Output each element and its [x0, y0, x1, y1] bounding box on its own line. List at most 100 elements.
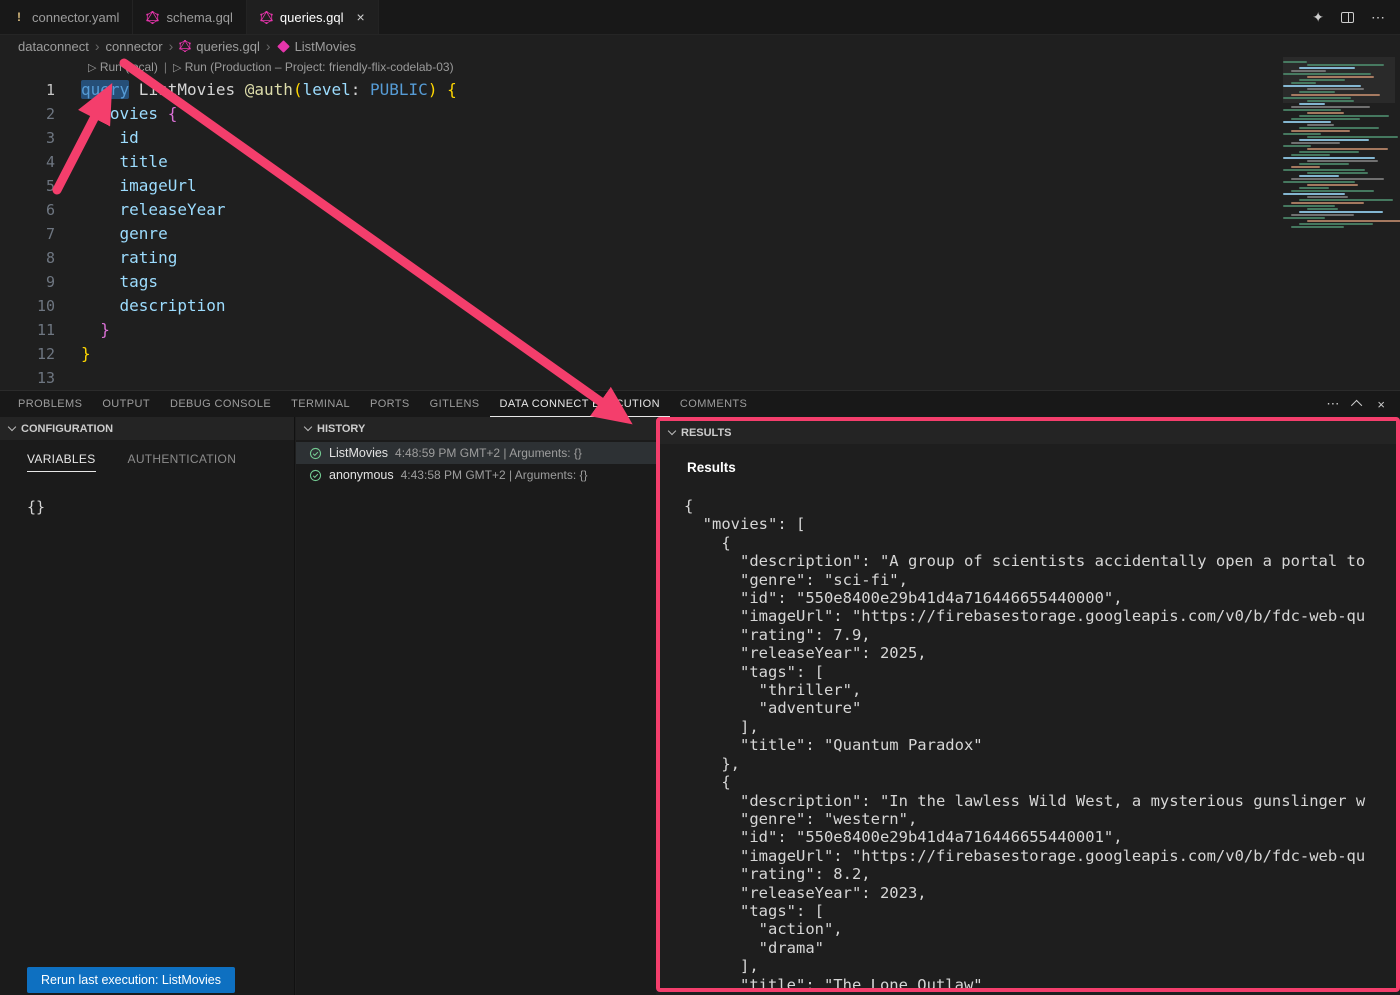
configuration-title: CONFIGURATION: [21, 423, 113, 435]
code-lines: 1query ListMovies @auth(level: PUBLIC) {…: [0, 78, 1270, 390]
panel-tab-problems[interactable]: PROBLEMS: [8, 391, 92, 417]
results-header[interactable]: RESULTS: [660, 421, 1396, 444]
panel-tab-debug-console[interactable]: DEBUG CONSOLE: [160, 391, 281, 417]
panel-actions: ⋯ ×: [1326, 391, 1400, 417]
line-number: 11: [0, 318, 55, 342]
breadcrumb-queries-gql[interactable]: queries.gql: [196, 39, 260, 54]
bottom-panel: PROBLEMSOUTPUTDEBUG CONSOLETERMINALPORTS…: [0, 390, 1400, 995]
code-line[interactable]: 7 genre: [0, 222, 1270, 246]
run-production-label: Run (Production – Project: friendly-flix…: [185, 60, 454, 74]
breadcrumb-separator: ›: [95, 38, 100, 54]
code-line[interactable]: 12}: [0, 342, 1270, 366]
history-item-name: ListMovies: [329, 446, 388, 460]
history-item-details: 4:43:58 PM GMT+2 | Arguments: {}: [401, 468, 588, 482]
code-line[interactable]: 9 tags: [0, 270, 1270, 294]
panel-tab-gitlens[interactable]: GITLENS: [420, 391, 490, 417]
graphql-icon: [179, 40, 191, 52]
history-header[interactable]: HISTORY: [296, 417, 656, 440]
play-icon: ▷: [173, 62, 181, 74]
history-section: HISTORY ListMovies 4:48:59 PM GMT+2 | Arg…: [296, 417, 656, 995]
line-number: 10: [0, 294, 55, 318]
run-local-link[interactable]: ▷ Run (local): [88, 60, 158, 74]
code-line[interactable]: 6 releaseYear: [0, 198, 1270, 222]
history-list: ListMovies 4:48:59 PM GMT+2 | Arguments: …: [296, 442, 656, 486]
results-title: RESULTS: [681, 427, 732, 439]
breadcrumb-dataconnect[interactable]: dataconnect: [18, 39, 89, 54]
history-item[interactable]: ListMovies 4:48:59 PM GMT+2 | Arguments: …: [296, 442, 656, 464]
yaml-warning-icon: !: [13, 10, 25, 24]
code-line[interactable]: 11 }: [0, 318, 1270, 342]
tab-queries-gql[interactable]: queries.gql ×: [247, 0, 379, 34]
panel-more-icon[interactable]: ⋯: [1326, 396, 1339, 412]
graphql-icon: [146, 11, 159, 24]
panel-maximize-icon[interactable]: [1351, 400, 1362, 411]
panel-tab-terminal[interactable]: TERMINAL: [281, 391, 360, 417]
line-number: 3: [0, 126, 55, 150]
run-production-link[interactable]: ▷ Run (Production – Project: friendly-fl…: [173, 60, 454, 74]
breadcrumb-listmovies[interactable]: ListMovies: [295, 39, 356, 54]
run-local-label: Run (local): [100, 60, 158, 74]
panel-body: CONFIGURATION VARIABLES AUTHENTICATION {…: [0, 417, 1400, 995]
breadcrumb-connector[interactable]: connector: [106, 39, 163, 54]
copilot-sparkle-icon[interactable]: ✦: [1312, 9, 1324, 26]
line-number: 7: [0, 222, 55, 246]
editor-tab-bar: ! connector.yaml schema.gql queries.gql …: [0, 0, 1400, 35]
split-editor-icon[interactable]: [1341, 12, 1354, 23]
play-icon: ▷: [88, 62, 96, 74]
history-item[interactable]: anonymous 4:43:58 PM GMT+2 | Arguments: {…: [296, 464, 656, 486]
tab-schema-gql[interactable]: schema.gql: [133, 0, 246, 34]
code-editor[interactable]: ▷ Run (local)|▷ Run (Production – Projec…: [0, 57, 1400, 390]
breadcrumb-separator: ›: [266, 38, 271, 54]
results-json: { "movies": [ { "description": "A group …: [684, 497, 1396, 988]
operation-symbol-icon: [277, 40, 290, 53]
code-line[interactable]: 3 id: [0, 126, 1270, 150]
line-number: 13: [0, 366, 55, 390]
line-number: 9: [0, 270, 55, 294]
history-item-name: anonymous: [329, 468, 394, 482]
configuration-header[interactable]: CONFIGURATION: [0, 417, 294, 440]
code-line[interactable]: 1query ListMovies @auth(level: PUBLIC) {: [0, 78, 1270, 102]
close-icon[interactable]: ×: [357, 9, 365, 25]
panel-tab-comments[interactable]: COMMENTS: [670, 391, 757, 417]
line-number: 4: [0, 150, 55, 174]
line-number: 5: [0, 174, 55, 198]
panel-tab-ports[interactable]: PORTS: [360, 391, 420, 417]
tab-authentication[interactable]: AUTHENTICATION: [128, 452, 237, 472]
panel-tab-data-connect-execution[interactable]: DATA CONNECT EXECUTION: [490, 391, 670, 417]
minimap[interactable]: [1283, 57, 1395, 243]
chevron-down-icon: [8, 423, 16, 431]
tab-connector-yaml[interactable]: ! connector.yaml: [0, 0, 133, 34]
code-line[interactable]: 5 imageUrl: [0, 174, 1270, 198]
configuration-section: CONFIGURATION VARIABLES AUTHENTICATION {…: [0, 417, 295, 995]
more-actions-icon[interactable]: ⋯: [1371, 9, 1385, 26]
results-heading: Results: [687, 460, 1396, 475]
panel-tab-bar: PROBLEMSOUTPUTDEBUG CONSOLETERMINALPORTS…: [0, 391, 1400, 417]
breadcrumb: dataconnect › connector › queries.gql › …: [0, 35, 1400, 57]
results-section: RESULTS Results { "movies": [ { "descrip…: [656, 417, 1400, 992]
line-number: 12: [0, 342, 55, 366]
configuration-tabs: VARIABLES AUTHENTICATION: [0, 440, 294, 472]
results-json-viewer[interactable]: { "movies": [ { "description": "A group …: [660, 497, 1396, 988]
history-item-details: 4:48:59 PM GMT+2 | Arguments: {}: [395, 446, 582, 460]
graphql-icon: [260, 11, 273, 24]
variables-editor[interactable]: {}: [27, 498, 294, 516]
panel-close-icon[interactable]: ×: [1377, 397, 1385, 412]
check-circle-icon: [309, 447, 322, 460]
line-number: 2: [0, 102, 55, 126]
chevron-down-icon: [668, 427, 676, 435]
tab-variables[interactable]: VARIABLES: [27, 452, 96, 472]
rerun-button[interactable]: Rerun last execution: ListMovies: [27, 967, 235, 993]
tab-label: queries.gql: [280, 10, 344, 25]
check-circle-icon: [309, 469, 322, 482]
panel-tabs: PROBLEMSOUTPUTDEBUG CONSOLETERMINALPORTS…: [8, 391, 757, 417]
editor-actions: ✦ ⋯: [1312, 0, 1400, 34]
code-line[interactable]: 8 rating: [0, 246, 1270, 270]
tab-label: schema.gql: [166, 10, 232, 25]
code-line[interactable]: 13: [0, 366, 1270, 390]
codelens: ▷ Run (local)|▷ Run (Production – Projec…: [88, 60, 454, 74]
panel-tab-output[interactable]: OUTPUT: [92, 391, 160, 417]
code-line[interactable]: 2 movies {: [0, 102, 1270, 126]
code-line[interactable]: 10 description: [0, 294, 1270, 318]
code-line[interactable]: 4 title: [0, 150, 1270, 174]
line-number: 8: [0, 246, 55, 270]
